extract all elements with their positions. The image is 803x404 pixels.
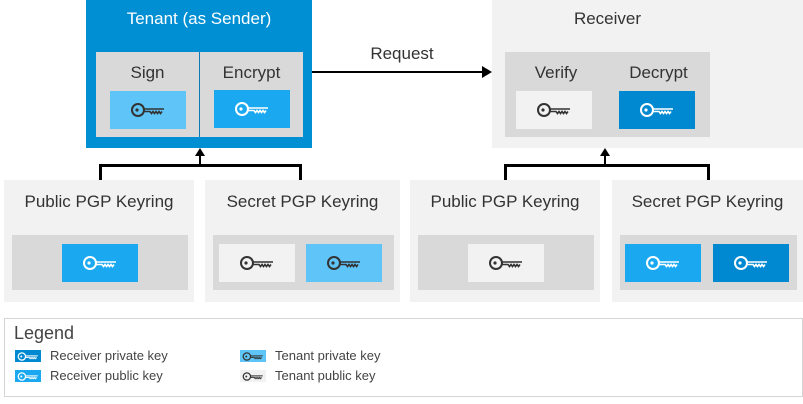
receiver-box: Receiver Verify Decrypt [492,0,803,148]
receiver-public-key-icon [214,90,290,128]
tenant-title: Tenant (as Sender) [126,9,272,28]
keyring-title: Public PGP Keyring [24,192,174,211]
verify-label: Verify [534,63,578,82]
tenant-actions: Sign Encrypt [96,52,303,137]
receiver-actions: Verify Decrypt [505,52,710,137]
tenant-public-key-icon [468,244,544,282]
receiver-private-key-icon [619,91,695,129]
request-arrow [312,71,484,73]
arrowhead-icon [195,148,205,156]
tenant-box: Tenant (as Sender) Sign Encrypt [86,0,312,148]
keyring-title: Secret PGP Keyring [226,192,379,211]
receiver-public-key-icon [62,244,138,282]
receiver-public-key-icon [625,244,701,282]
request-label: Request [370,44,434,63]
tenant-private-key-icon [110,91,186,129]
tenant-public-key-icon [219,244,295,282]
receiver-public-key-icon [15,370,41,382]
receiver-public-keyring: Public PGP Keyring [410,180,600,302]
connector [707,164,710,180]
tenant-private-key-icon [306,244,382,282]
legend-label: Tenant public key [275,368,376,383]
tenant-public-keyring: Public PGP Keyring [4,180,194,302]
receiver-private-key-icon [713,244,789,282]
keyring-title: Public PGP Keyring [430,192,580,211]
receiver-title: Receiver [573,9,642,28]
connector [504,164,507,180]
legend-label: Receiver public key [50,368,163,383]
tenant-public-key-icon [240,370,266,382]
connector [299,164,302,180]
connector [504,164,710,167]
receiver-secret-keyring: Secret PGP Keyring [612,180,803,302]
encrypt-label: Encrypt [222,63,281,82]
connector [99,164,102,180]
tenant-public-key-icon [516,91,592,129]
keyring-title: Secret PGP Keyring [631,192,784,211]
tenant-secret-keyring: Secret PGP Keyring [205,180,400,302]
legend-label: Tenant private key [275,348,381,363]
arrowhead-icon [600,148,610,156]
tenant-private-key-icon [240,350,266,362]
decrypt-label: Decrypt [629,63,688,82]
arrowhead-icon [482,66,492,78]
legend-title: Legend [14,323,75,343]
legend: Legend Receiver private key Receiver pub… [4,318,803,397]
receiver-private-key-icon [15,350,41,362]
sign-label: Sign [130,63,165,82]
legend-label: Receiver private key [50,348,168,363]
